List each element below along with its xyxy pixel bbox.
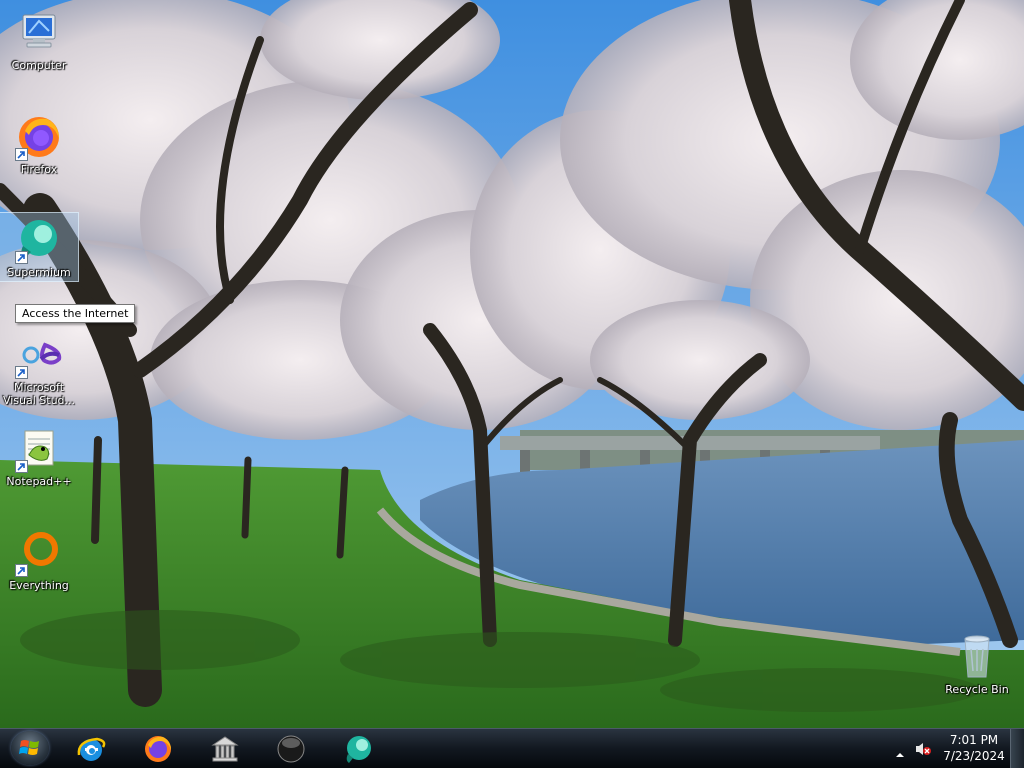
shortcut-arrow-icon [15,460,28,473]
everything-icon [15,529,63,577]
firefox-icon [145,736,171,762]
firefox-icon [15,113,63,161]
supermium-icon [15,216,63,264]
show-desktop-button[interactable] [1010,729,1024,768]
taskbar-pinned-library[interactable] [200,731,250,765]
show-hidden-icons-button[interactable] [895,744,905,763]
desktop-icon-label: Microsoft Visual Stud... [2,381,76,407]
computer-icon [15,9,63,57]
desktop-icon-recycle-bin[interactable]: Recycle Bin [938,630,1016,698]
internet-explorer-icon [77,737,106,761]
library-icon [211,736,239,762]
volume-button[interactable] [914,741,932,761]
clock-time: 7:01 PM [949,733,999,747]
desktop-icon-firefox[interactable]: Firefox [0,110,78,178]
dark-sphere-icon [277,735,305,763]
recycle-bin-icon [953,633,1001,681]
desktop-icon-supermium[interactable]: Supermium [0,212,79,282]
start-orb-icon [19,740,39,755]
desktop-icon-label: Recycle Bin [945,683,1009,696]
shortcut-arrow-icon [15,564,28,577]
desktop-icon-label: Supermium [7,266,71,279]
clock-date: 7/23/2024 [943,749,1005,763]
supermium-icon [346,736,371,763]
taskbar-pinned-supermium[interactable] [334,731,384,765]
visual-studio-icon [15,331,63,379]
chevron-up-icon [896,753,904,757]
icon-tooltip: Access the Internet [15,304,136,323]
taskbar-pinned-internet-explorer[interactable] [66,731,116,765]
taskbar-clock[interactable]: 7:01 PM 7/23/2024 [938,732,1010,764]
desktop-icon-label: Notepad++ [6,475,72,488]
taskbar-pinned-firefox[interactable] [133,731,183,765]
desktop-icon-notepadpp[interactable]: Notepad++ [0,422,78,490]
desktop-icon-computer[interactable]: Computer [0,6,78,74]
shortcut-arrow-icon [15,148,28,161]
desktop-icon-label: Firefox [20,163,58,176]
desktop-icon-label: Everything [9,579,69,592]
shortcut-arrow-icon [15,366,28,379]
taskbar-pinned-dark-sphere[interactable] [266,731,316,765]
desktop-icon-visual-studio[interactable]: Microsoft Visual Stud... [0,328,78,407]
shortcut-arrow-icon [15,251,28,264]
start-button[interactable] [11,731,49,765]
notepadpp-icon [15,425,63,473]
desktop-icon-everything[interactable]: Everything [0,526,78,594]
taskbar [0,728,1024,768]
volume-muted-icon [916,743,931,755]
desktop-wallpaper [0,0,1024,728]
desktop-icon-label: Computer [11,59,67,72]
